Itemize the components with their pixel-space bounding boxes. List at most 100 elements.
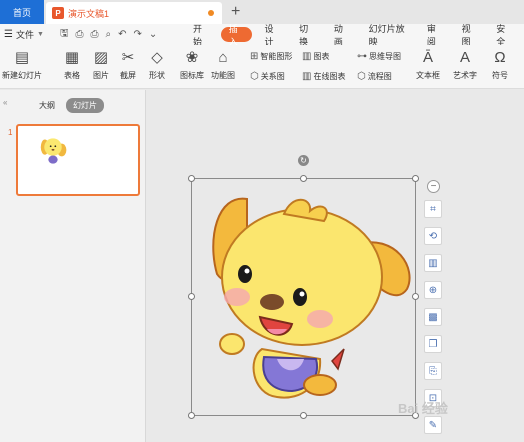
function-chart-label: 功能图 [211, 71, 235, 80]
save-icon[interactable]: 🖫 [60, 26, 69, 43]
copy-style-icon[interactable]: ❐ [424, 335, 442, 353]
resize-handle-right[interactable] [412, 293, 419, 300]
tab-review[interactable]: 审阅 [420, 24, 450, 47]
relation-chart-button[interactable]: ⬡ 关系图 [250, 71, 285, 82]
document-title: 演示文稿1 [68, 8, 110, 19]
icon-library-label: 图标库 [180, 71, 204, 80]
table-label: 表格 [64, 71, 80, 80]
undo-icon[interactable]: ↶ [118, 29, 126, 40]
thumbnail-puppy-image [40, 138, 67, 164]
print-preview-icon[interactable]: ⌕ [106, 29, 112, 40]
tab-insert[interactable]: 插入 [220, 24, 253, 47]
chevron-down-icon: ▼ [36, 31, 44, 38]
icon-library-button[interactable]: ❀ 图标库 [180, 49, 204, 81]
rotate-handle[interactable]: ↻ [298, 155, 309, 166]
flowchart-label: 流程图 [367, 72, 392, 81]
symbol-label: 符号 [492, 71, 508, 80]
tab-slideshow[interactable]: 幻灯片放映 [362, 24, 415, 47]
shape-button[interactable]: ◇ 形状 [149, 49, 165, 81]
zoom-icon[interactable]: ⊕ [424, 281, 442, 299]
word-art-label: 艺术字 [453, 71, 477, 80]
tab-security[interactable]: 安全 [489, 24, 519, 47]
online-chart-button[interactable]: ▥ 在线图表 [302, 71, 345, 82]
more-edit-icon[interactable]: ✎ [424, 416, 442, 434]
picture-icon: ▨ [93, 49, 109, 66]
function-chart-button[interactable]: ⌂ 功能图 [211, 49, 235, 81]
resize-handle-top-left[interactable] [188, 175, 195, 182]
icon-library-icon: ❀ [185, 49, 199, 66]
symbol-button[interactable]: Ω 符号 [492, 49, 508, 81]
customize-arrow-icon[interactable]: ⌄ [149, 29, 157, 40]
symbol-icon: Ω [494, 49, 506, 66]
smart-graphic-label: 智能图形 [260, 52, 293, 61]
resize-handle-top[interactable] [300, 175, 307, 182]
word-art-button[interactable]: A 艺术字 [453, 49, 477, 81]
puppy-image [212, 197, 411, 399]
chart-icon: ▥ [302, 51, 312, 62]
text-box-label: 文本框 [416, 71, 440, 80]
word-art-icon: A [459, 49, 470, 66]
resize-handle-top-right[interactable] [412, 175, 419, 182]
smart-graphic-button[interactable]: ⊞ 智能图形 [250, 51, 292, 62]
ribbon-tabs: 开始 插入 设计 切换 动画 幻灯片放映 审阅 视图 安全 [186, 24, 524, 47]
slide-panel: « 大纲 幻灯片 1 [0, 90, 146, 442]
crop-icon[interactable]: ⌗ [424, 200, 442, 218]
export-icon[interactable]: ⎘ [424, 362, 442, 380]
slide-number: 1 [8, 128, 13, 137]
tab-home[interactable]: 开始 [186, 24, 216, 47]
tab-transitions[interactable]: 切换 [292, 24, 322, 47]
new-slide-label: 新建幻灯片 [2, 71, 42, 80]
tab-slides[interactable]: 幻灯片 [66, 98, 104, 113]
table-icon: ▦ [64, 49, 80, 66]
replace-picture-icon[interactable]: ⟲ [424, 227, 442, 245]
flowchart-button[interactable]: ⬡ 流程图 [357, 71, 392, 82]
screenshot-button[interactable]: ✂ 截屏 [120, 49, 136, 81]
quick-access-toolbar: 🖫 ⎙ ⎙ ⌕ ↶ ↷ ⌄ [60, 26, 157, 43]
selected-picture[interactable] [191, 178, 416, 416]
insert-ribbon: ▤ 新建幻灯片 ▦ 表格 ▨ 图片 ✂ 截屏 ◇ 形状 ❀ 图标库 ⌂ 功能图 … [0, 45, 524, 89]
redo-icon[interactable]: ↷ [134, 29, 142, 40]
file-menu-label: 文件 [15, 30, 34, 40]
smart-graphic-icon: ⊞ [250, 51, 259, 62]
watermark: Bai 经验 [398, 401, 448, 416]
relation-chart-icon: ⬡ [250, 71, 259, 82]
tab-design[interactable]: 设计 [257, 24, 287, 47]
online-chart-icon: ▥ [302, 71, 312, 82]
mind-map-icon: ⊶ [357, 51, 367, 62]
shape-icon: ◇ [151, 49, 163, 66]
mind-map-button[interactable]: ⊶ 思维导图 [357, 51, 401, 62]
print-icon[interactable]: ⎙ [91, 29, 99, 40]
collapse-tools-icon[interactable]: − [427, 180, 440, 193]
tab-outline[interactable]: 大纲 [39, 100, 55, 111]
tab-view[interactable]: 视图 [455, 24, 485, 47]
text-box-button[interactable]: Ā 文本框 [416, 49, 440, 81]
resize-handle-left[interactable] [188, 293, 195, 300]
picture-label: 图片 [93, 71, 109, 80]
layout-icon[interactable]: ▥ [424, 254, 442, 272]
picture-button[interactable]: ▨ 图片 [93, 49, 109, 81]
new-slide-icon: ▤ [14, 49, 30, 66]
function-chart-icon: ⌂ [218, 49, 228, 66]
collapse-panel-icon[interactable]: « [3, 98, 7, 107]
export-pdf-icon[interactable]: ⎙ [76, 29, 84, 40]
table-button[interactable]: ▦ 表格 [64, 49, 80, 81]
mind-map-label: 思维导图 [369, 52, 401, 61]
screenshot-icon: ✂ [121, 49, 135, 66]
resize-handle-bottom-left[interactable] [188, 412, 195, 419]
home-tab[interactable]: 首页 [0, 0, 44, 24]
tab-animations[interactable]: 动画 [327, 24, 357, 47]
chart-label: 图表 [313, 52, 330, 61]
new-slide-button[interactable]: ▤ 新建幻灯片 [2, 49, 42, 81]
new-tab-button[interactable]: + [231, 3, 240, 21]
shape-label: 形状 [149, 71, 165, 80]
hamburger-icon: ☰ [4, 29, 13, 40]
file-menu[interactable]: ☰ 文件 ▼ [0, 28, 56, 41]
relation-chart-label: 关系图 [260, 72, 285, 81]
resize-handle-bottom[interactable] [300, 412, 307, 419]
chart-button[interactable]: ▥ 图表 [302, 51, 329, 62]
unsaved-dot-icon[interactable] [208, 10, 214, 16]
texture-icon[interactable]: ▩ [424, 308, 442, 326]
presentation-icon: P [52, 7, 64, 19]
slide-thumbnail[interactable] [16, 124, 140, 196]
screenshot-label: 截屏 [120, 71, 136, 80]
